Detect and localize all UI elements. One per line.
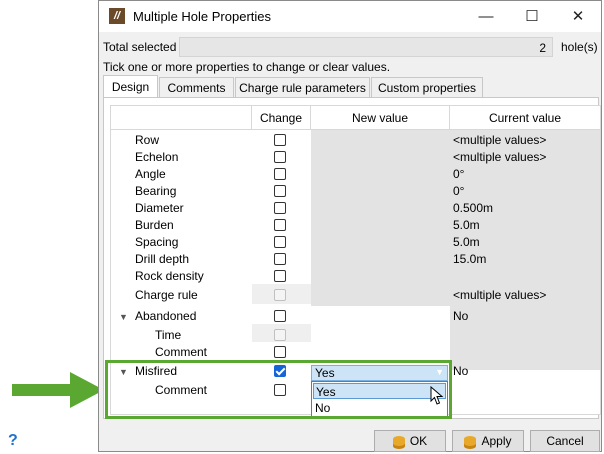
- change-checkbox-diameter[interactable]: [274, 202, 286, 214]
- close-button[interactable]: ✕: [555, 1, 601, 32]
- window-title: Multiple Hole Properties: [133, 9, 272, 24]
- prop-row: Row: [135, 133, 160, 147]
- tab-comments[interactable]: Comments: [159, 77, 234, 97]
- current-diameter: 0.500m: [453, 201, 494, 215]
- prop-rock-density: Rock density: [135, 269, 204, 283]
- prop-burden: Burden: [135, 218, 174, 232]
- current-abandoned: No: [453, 309, 469, 323]
- abandoned-collapse-icon[interactable]: ▼: [119, 312, 128, 322]
- title-bar: // Multiple Hole Properties — ☐ ✕: [99, 1, 601, 32]
- prop-abandoned-comment: Comment: [155, 345, 208, 359]
- current-angle: 0°: [453, 167, 465, 181]
- mouse-cursor-icon: [430, 386, 444, 405]
- change-checkbox-charge-rule: [274, 289, 286, 301]
- header-current-value[interactable]: Current value: [450, 106, 600, 130]
- new-value-column-shade: [311, 130, 450, 306]
- prop-diameter: Diameter: [135, 201, 184, 215]
- total-selected-field: 2: [179, 37, 553, 57]
- tab-design[interactable]: Design: [103, 75, 158, 97]
- app-logo-icon: //: [109, 8, 125, 24]
- change-checkbox-time: [274, 329, 286, 341]
- header-new-value[interactable]: New value: [311, 106, 450, 130]
- prop-charge-rule: Charge rule: [135, 288, 198, 302]
- tab-custom-properties[interactable]: Custom properties: [371, 77, 483, 97]
- prop-abandoned-time: Time: [155, 328, 182, 342]
- prop-spacing: Spacing: [135, 235, 179, 249]
- header-change[interactable]: Change: [252, 106, 311, 130]
- help-icon[interactable]: ?: [8, 432, 18, 450]
- current-row: <multiple values>: [453, 133, 547, 147]
- change-checkbox-bearing[interactable]: [274, 185, 286, 197]
- annotation-arrow-shaft: [12, 384, 72, 396]
- current-spacing: 5.0m: [453, 235, 480, 249]
- total-selected-value: 2: [539, 41, 546, 55]
- total-selected-unit: hole(s): [561, 40, 598, 54]
- instruction-text: Tick one or more properties to change or…: [103, 60, 391, 74]
- ok-button[interactable]: OK: [374, 430, 446, 452]
- current-misfired: No: [453, 364, 469, 378]
- change-checkbox-drill-depth[interactable]: [274, 253, 286, 265]
- prop-abandoned: Abandoned: [135, 309, 197, 323]
- change-checkbox-spacing[interactable]: [274, 236, 286, 248]
- current-drill-depth: 15.0m: [453, 252, 487, 266]
- coins-icon: [392, 436, 405, 446]
- current-bearing: 0°: [453, 184, 465, 198]
- tab-charge-rule-parameters[interactable]: Charge rule parameters: [235, 77, 370, 97]
- change-checkbox-echelon[interactable]: [274, 151, 286, 163]
- current-echelon: <multiple values>: [453, 150, 547, 164]
- change-checkbox-burden[interactable]: [274, 219, 286, 231]
- annotation-highlight-box: [105, 360, 452, 419]
- change-checkbox-abandoned[interactable]: [274, 310, 286, 322]
- change-checkbox-row[interactable]: [274, 134, 286, 146]
- change-checkbox-angle[interactable]: [274, 168, 286, 180]
- change-checkbox-abandoned-comment[interactable]: [274, 346, 286, 358]
- header-property: [111, 106, 252, 130]
- maximize-button[interactable]: ☐: [509, 1, 555, 32]
- coins-icon: [464, 436, 477, 446]
- prop-drill-depth: Drill depth: [135, 252, 190, 266]
- cancel-button[interactable]: Cancel: [530, 430, 600, 452]
- change-checkbox-rock-density[interactable]: [274, 270, 286, 282]
- minimize-button[interactable]: —: [463, 1, 509, 32]
- prop-echelon: Echelon: [135, 150, 179, 164]
- current-value-column-shade: [450, 130, 600, 370]
- current-charge-rule: <multiple values>: [453, 288, 547, 302]
- current-burden: 5.0m: [453, 218, 480, 232]
- total-selected-label: Total selected: [103, 40, 177, 54]
- prop-angle: Angle: [135, 167, 166, 181]
- prop-bearing: Bearing: [135, 184, 177, 198]
- apply-button[interactable]: Apply: [452, 430, 524, 452]
